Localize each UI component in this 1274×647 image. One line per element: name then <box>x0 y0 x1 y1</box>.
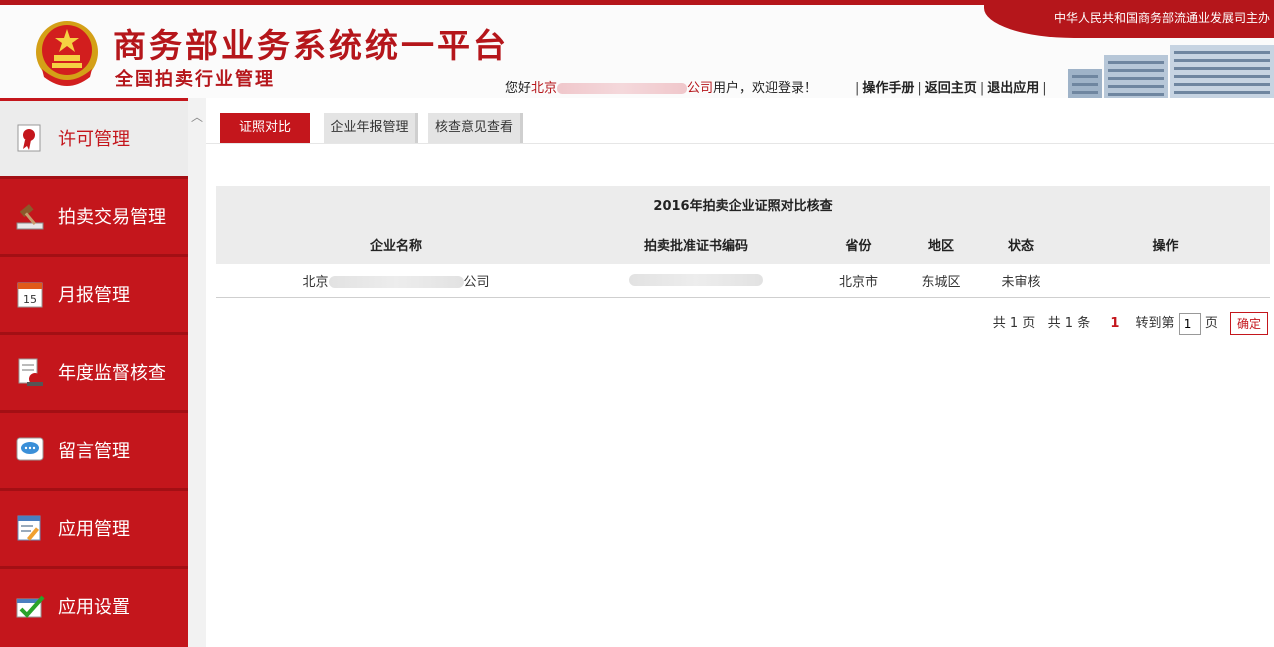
table-header-row: 企业名称 拍卖批准证书编码 省份 地区 状态 操作 <box>216 228 1270 264</box>
welcome-user-start: 北京 <box>531 81 558 96</box>
welcome-prefix: 您好 <box>505 81 532 96</box>
national-emblem-icon <box>36 21 98 86</box>
column-header: 状态 <box>981 228 1061 264</box>
sidebar-item-label: 应用管理 <box>58 519 130 540</box>
company-name-cell: 北京 公司 <box>216 264 576 298</box>
home-link[interactable]: 返回主页 <box>925 81 977 96</box>
sidebar-item-label: 许可管理 <box>58 129 130 150</box>
column-header: 拍卖批准证书编码 <box>576 228 816 264</box>
panel-title: 2016年拍卖企业证照对比核查 <box>216 186 1270 228</box>
welcome-message: 您好北京 公司用户，欢迎登录！ <box>505 77 817 96</box>
page-unit: 页 <box>1204 316 1218 331</box>
confirm-button[interactable]: 确定 <box>1229 312 1268 335</box>
tab-annual-report[interactable]: 企业年报管理 <box>324 113 418 143</box>
sidebar-item-app-management[interactable]: 应用管理 <box>0 488 188 566</box>
comparison-panel: 2016年拍卖企业证照对比核查 企业名称 拍卖批准证书编码 省份 地区 状态 操… <box>216 186 1270 298</box>
sidebar-item-monthly-report[interactable]: 15 月报管理 <box>0 254 188 332</box>
sidebar-collapse-button[interactable]: ︿ <box>188 98 206 647</box>
message-icon <box>16 437 44 461</box>
sidebar-item-license[interactable]: 许可管理 <box>0 98 188 176</box>
app-edit-icon <box>17 515 41 541</box>
sidebar-item-label: 月报管理 <box>58 285 130 306</box>
province-cell: 北京市 <box>816 264 901 298</box>
table-row: 北京 公司 北京市 东城区 未审核 <box>216 264 1270 298</box>
ministry-label: 中华人民共和国商务部流通业发展司主办 <box>1053 11 1270 25</box>
tab-license-compare[interactable]: 证照对比 <box>220 113 310 143</box>
sidebar-item-label: 年度监督核查 <box>58 363 166 384</box>
gavel-icon <box>16 204 44 230</box>
page-number-input[interactable] <box>1178 312 1201 335</box>
sidebar-item-label: 留言管理 <box>58 441 130 462</box>
column-header: 操作 <box>1061 228 1270 264</box>
welcome-user-end: 公司 <box>687 81 714 96</box>
sidebar-item-auction-trade[interactable]: 拍卖交易管理 <box>0 176 188 254</box>
action-cell <box>1061 264 1270 298</box>
header: 商务部业务系统统一平台 全国拍卖行业管理 中华人民共和国商务部流通业发展司主办 … <box>0 0 1274 98</box>
company-name-start: 北京 <box>302 274 329 290</box>
sidebar: 许可管理 拍卖交易管理 15 月报管理 年度监督核查 留言管理 应用管理 应用设… <box>0 98 188 647</box>
company-name-end: 公司 <box>463 274 490 290</box>
sidebar-item-label: 应用设置 <box>58 597 130 618</box>
certificate-icon <box>17 124 41 152</box>
system-subtitle: 全国拍卖行业管理 <box>115 69 275 90</box>
calendar-icon: 15 <box>17 282 43 308</box>
column-header: 省份 <box>816 228 901 264</box>
column-header: 企业名称 <box>216 228 576 264</box>
total-items: 共 1 条 <box>1047 316 1091 331</box>
document-edit-icon <box>18 358 43 386</box>
welcome-suffix: 用户，欢迎登录！ <box>713 81 818 96</box>
settings-check-icon <box>16 595 45 618</box>
status-cell: 未审核 <box>981 264 1061 298</box>
manual-link[interactable]: 操作手册 <box>862 81 914 96</box>
goto-label: 转到第 <box>1135 316 1175 331</box>
certificate-code-cell <box>576 264 816 298</box>
system-title: 商务部业务系统统一平台 <box>113 26 509 65</box>
current-page[interactable]: 1 <box>1110 316 1119 331</box>
sidebar-item-messages[interactable]: 留言管理 <box>0 410 188 488</box>
sidebar-item-annual-inspection[interactable]: 年度监督核查 <box>0 332 188 410</box>
logout-link[interactable]: 退出应用 <box>987 81 1039 96</box>
tab-inspection-opinion[interactable]: 核查意见查看 <box>428 113 523 143</box>
column-header: 地区 <box>901 228 981 264</box>
redacted-certificate-code <box>629 274 763 287</box>
svg-text:15: 15 <box>23 293 37 306</box>
chevron-up-icon: ︿ <box>191 110 204 124</box>
redacted-company-name <box>328 276 464 289</box>
comparison-table: 企业名称 拍卖批准证书编码 省份 地区 状态 操作 北京 公司 北京市 东城区 未… <box>216 228 1270 298</box>
redacted-username <box>557 83 688 94</box>
main-content: 证照对比 企业年报管理 核查意见查看 2016年拍卖企业证照对比核查 企业名称 … <box>206 98 1274 647</box>
total-pages: 共 1 页 <box>992 316 1036 331</box>
sidebar-item-label: 拍卖交易管理 <box>58 207 166 228</box>
sidebar-item-app-settings[interactable]: 应用设置 <box>0 566 188 647</box>
top-links: | 操作手册 | 返回主页 | 退出应用 | <box>855 81 1047 96</box>
region-cell: 东城区 <box>901 264 981 298</box>
pagination: 共 1 页 共 1 条 1 转到第 页 确定 <box>993 312 1268 335</box>
tab-divider <box>206 143 1274 144</box>
buildings-illustration <box>1068 45 1274 98</box>
